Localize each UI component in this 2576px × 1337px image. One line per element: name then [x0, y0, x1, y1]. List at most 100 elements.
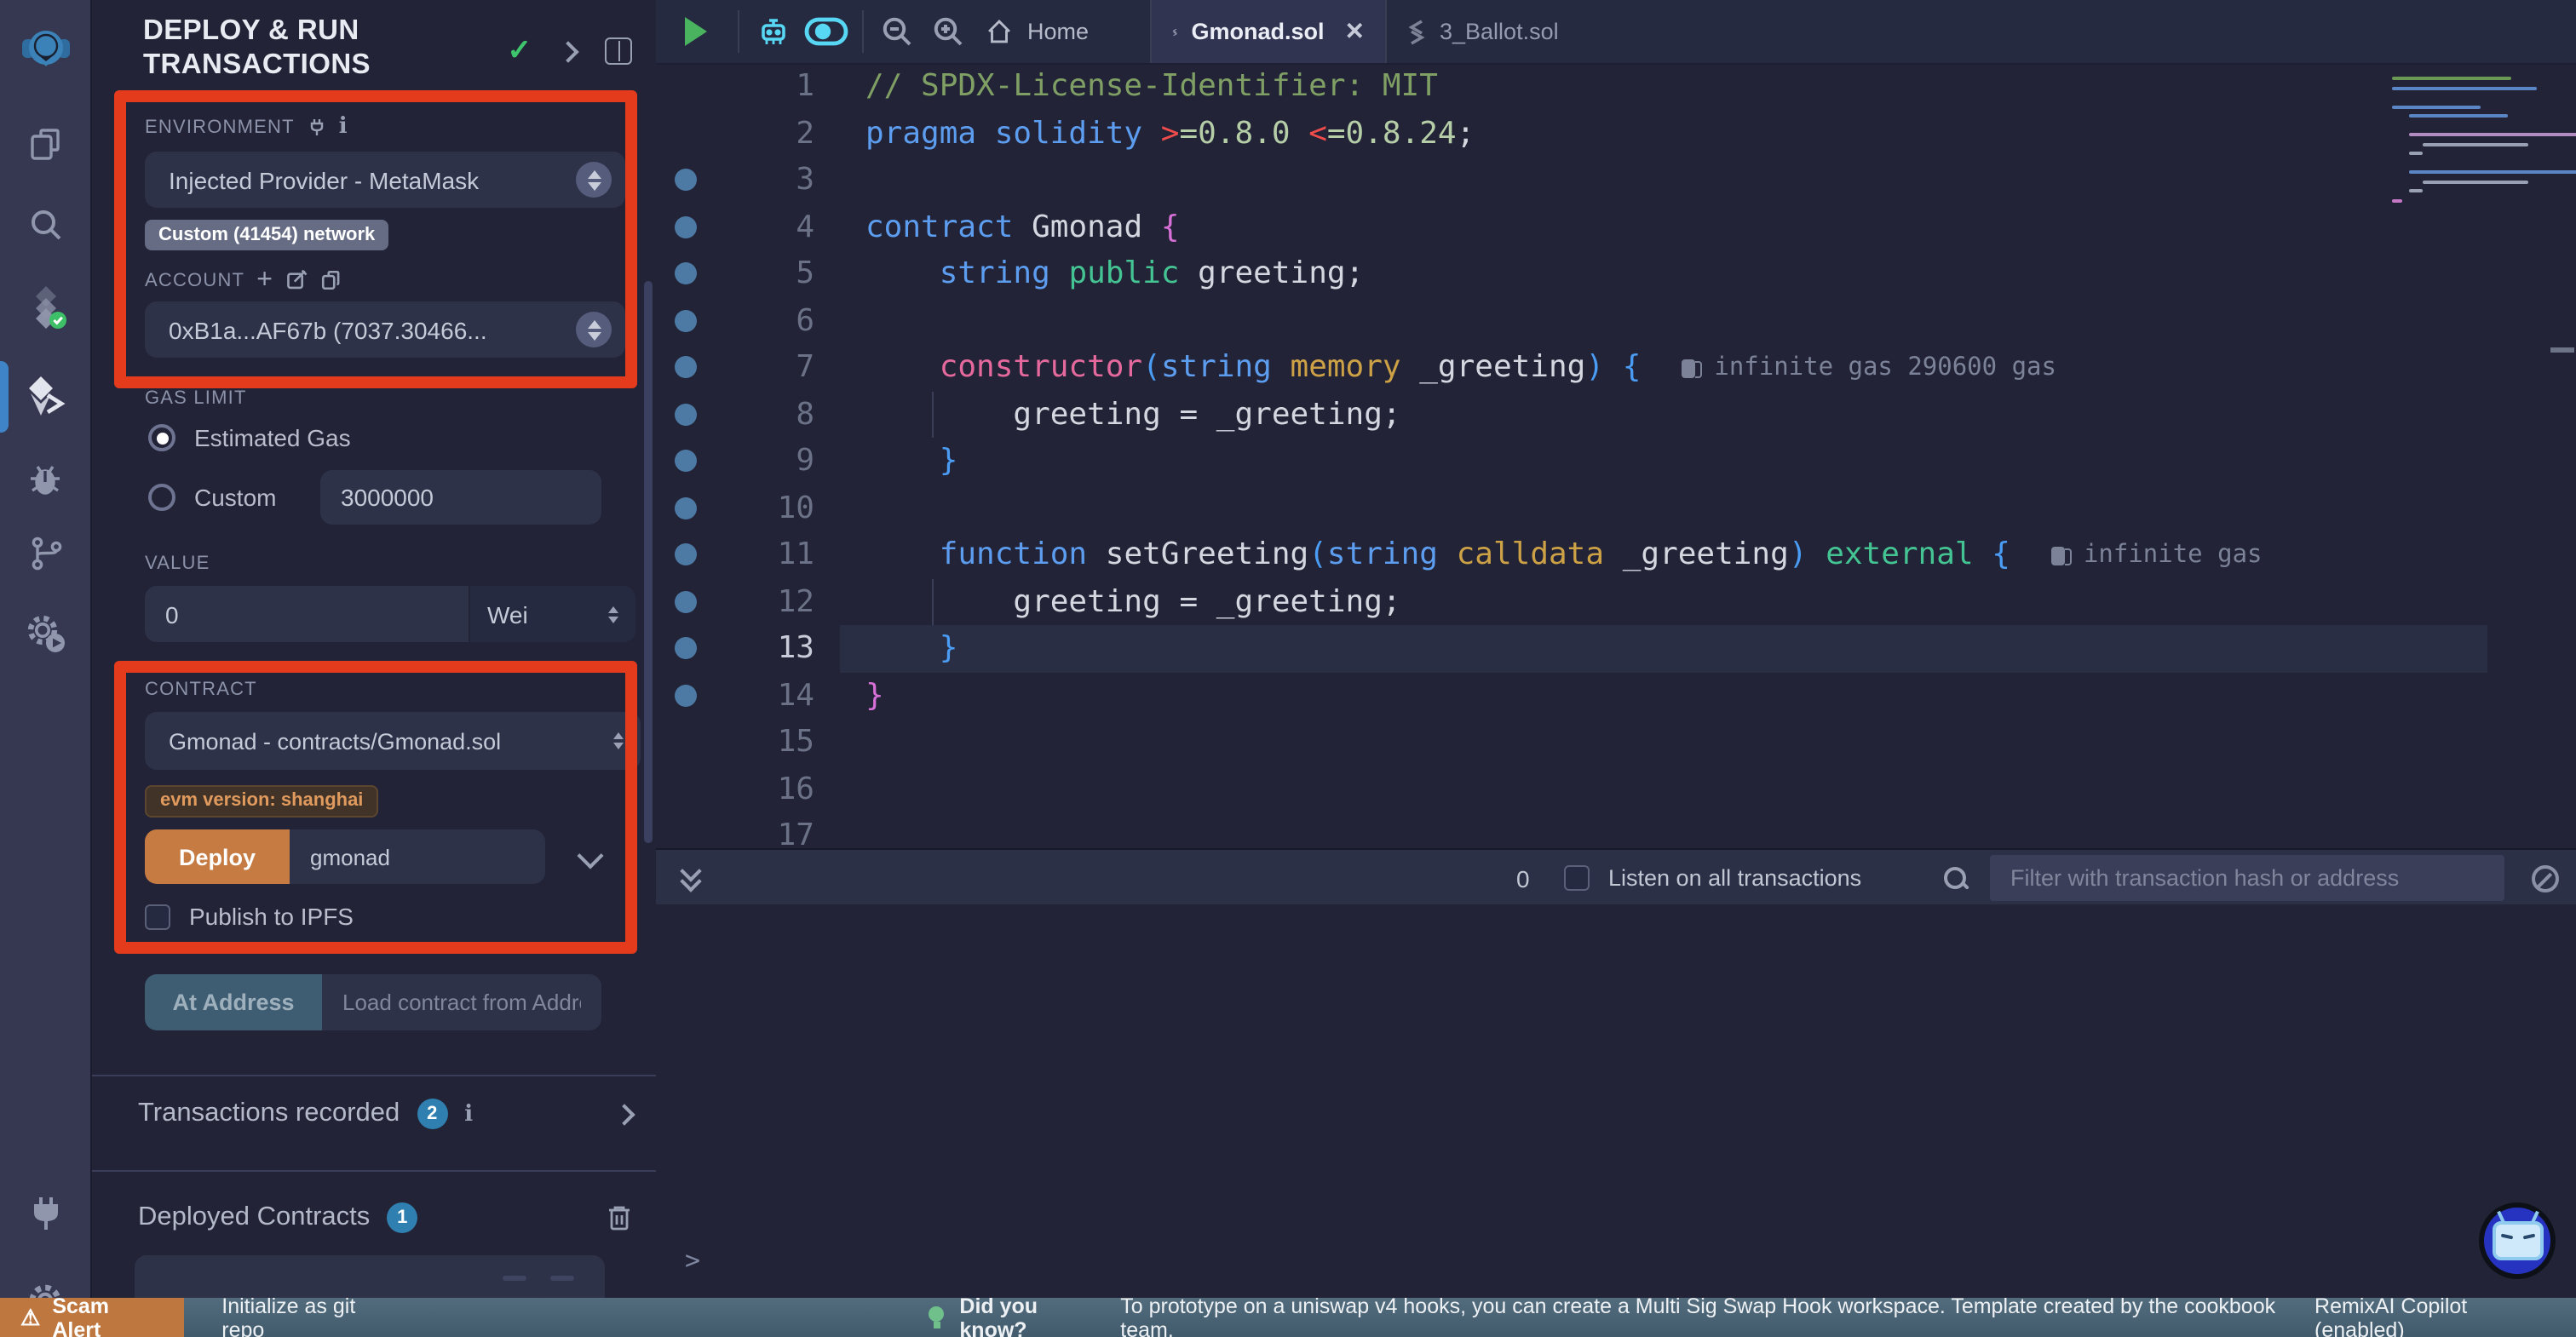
code-line-15[interactable]: 15: [656, 719, 2576, 766]
line-number[interactable]: 11: [716, 537, 814, 573]
code-line-11[interactable]: 11 function setGreeting(string calldata …: [656, 531, 2576, 578]
code-line-17[interactable]: 17: [656, 812, 2576, 848]
publish-ipfs-checkbox[interactable]: Publish to IPFS: [145, 903, 354, 930]
line-number[interactable]: 7: [716, 350, 814, 386]
line-number[interactable]: 10: [716, 491, 814, 526]
minimap[interactable]: [2392, 77, 2545, 208]
custom-gas-input[interactable]: [320, 470, 601, 525]
plugin-manager-icon[interactable]: [0, 1180, 90, 1248]
copilot-status[interactable]: RemixAI Copilot (enabled): [2314, 1294, 2559, 1337]
zoom-in-icon[interactable]: [932, 15, 964, 48]
code-text[interactable]: // SPDX-License-Identifier: MIT: [814, 69, 1438, 105]
line-number[interactable]: 6: [716, 303, 814, 339]
deploy-expand-chevron-icon[interactable]: [577, 842, 603, 869]
environment-select[interactable]: Injected Provider - MetaMask: [145, 152, 625, 208]
account-select[interactable]: 0xB1a...AF67b (7037.30466...: [145, 301, 625, 358]
code-area[interactable]: 1// SPDX-License-Identifier: MIT2pragma …: [656, 63, 2576, 848]
code-text[interactable]: }: [814, 678, 884, 714]
tab-gmonad-sol[interactable]: Gmonad.sol ✕: [1150, 0, 1387, 63]
init-git-repo-button[interactable]: Initialize as git repo: [221, 1294, 401, 1337]
gutter-cell[interactable]: [656, 544, 716, 566]
code-line-14[interactable]: 14}: [656, 672, 2576, 719]
value-unit-select[interactable]: Wei: [470, 586, 635, 642]
at-address-button[interactable]: At Address: [145, 974, 322, 1030]
value-input[interactable]: [145, 586, 469, 642]
tab-home[interactable]: Home: [985, 0, 1089, 63]
gutter-dot-icon[interactable]: [675, 357, 697, 379]
gutter-dot-icon[interactable]: [675, 216, 697, 238]
transactions-info-icon[interactable]: i: [464, 1101, 473, 1127]
chevron-right-icon[interactable]: [557, 40, 578, 61]
code-text[interactable]: function setGreeting(string calldata _gr…: [814, 537, 2263, 573]
edit-pencil-icon[interactable]: [285, 269, 308, 291]
contract-select[interactable]: Gmonad - contracts/Gmonad.sol: [145, 712, 641, 770]
solidity-compiler-icon[interactable]: [0, 273, 90, 341]
code-line-5[interactable]: 5 string public greeting;: [656, 250, 2576, 297]
code-line-2[interactable]: 2pragma solidity >=0.8.0 <=0.8.24;: [656, 110, 2576, 157]
gutter-dot-icon[interactable]: [675, 263, 697, 285]
code-text[interactable]: greeting = _greeting;: [814, 584, 1401, 620]
gutter-cell[interactable]: [656, 638, 716, 660]
close-tab-icon[interactable]: ✕: [1345, 17, 1365, 46]
line-number[interactable]: 15: [716, 725, 814, 760]
line-number[interactable]: 14: [716, 678, 814, 714]
gutter-cell[interactable]: [656, 591, 716, 613]
code-text[interactable]: pragma solidity >=0.8.0 <=0.8.24;: [814, 116, 1475, 152]
custom-gas-radio[interactable]: Custom: [148, 484, 276, 511]
run-script-button[interactable]: [680, 15, 710, 48]
trash-icon[interactable]: [607, 1204, 632, 1231]
line-number[interactable]: 1: [716, 69, 814, 105]
line-number[interactable]: 2: [716, 116, 814, 152]
line-number[interactable]: 8: [716, 397, 814, 433]
code-line-10[interactable]: 10: [656, 485, 2576, 531]
code-text[interactable]: string public greeting;: [814, 256, 1364, 292]
expand-terminal-icon[interactable]: [683, 868, 699, 888]
code-line-12[interactable]: 12 greeting = _greeting;: [656, 578, 2576, 625]
code-text[interactable]: }: [814, 444, 957, 479]
code-text[interactable]: contract Gmonad {: [814, 209, 1180, 245]
gutter-dot-icon[interactable]: [675, 638, 697, 660]
gutter-cell[interactable]: [656, 404, 716, 426]
deploy-button[interactable]: Deploy: [145, 829, 290, 884]
code-text[interactable]: }: [814, 631, 957, 667]
remix-logo-icon[interactable]: [0, 17, 90, 85]
line-number[interactable]: 5: [716, 256, 814, 292]
environment-info-icon[interactable]: i: [339, 114, 348, 140]
gutter-cell[interactable]: [656, 450, 716, 473]
gutter-dot-icon[interactable]: [675, 310, 697, 332]
gutter-dot-icon[interactable]: [675, 450, 697, 473]
terminal-body[interactable]: >: [656, 904, 2576, 1298]
copilot-toggle-icon[interactable]: [804, 17, 848, 46]
transactions-recorded-row[interactable]: Transactions recorded 2 i: [138, 1099, 632, 1129]
code-text[interactable]: constructor(string memory _greeting) {in…: [814, 350, 2056, 386]
line-number[interactable]: 3: [716, 163, 814, 198]
deploy-arg-input[interactable]: [290, 829, 545, 884]
gutter-dot-icon[interactable]: [675, 591, 697, 613]
remixai-robot-icon[interactable]: [755, 14, 792, 51]
listen-all-checkbox[interactable]: [1564, 865, 1590, 891]
code-line-16[interactable]: 16: [656, 766, 2576, 812]
code-line-1[interactable]: 1// SPDX-License-Identifier: MIT: [656, 63, 2576, 110]
gutter-cell[interactable]: [656, 685, 716, 707]
code-line-8[interactable]: 8 greeting = _greeting;: [656, 391, 2576, 438]
remixai-assistant-button[interactable]: [2479, 1202, 2556, 1279]
transaction-filter-input[interactable]: [1990, 855, 2504, 901]
gutter-cell[interactable]: [656, 310, 716, 332]
deploy-and-run-icon[interactable]: [0, 361, 90, 429]
code-line-7[interactable]: 7 constructor(string memory _greeting) {…: [656, 344, 2576, 391]
copy-address-icon[interactable]: [319, 269, 342, 291]
line-number[interactable]: 16: [716, 772, 814, 807]
at-address-input[interactable]: [322, 974, 601, 1030]
tab-3-ballot-sol[interactable]: 3_Ballot.sol: [1387, 0, 1588, 63]
gutter-cell[interactable]: [656, 216, 716, 238]
panel-scrollbar[interactable]: [644, 281, 653, 843]
code-line-3[interactable]: 3: [656, 157, 2576, 204]
line-number[interactable]: 17: [716, 818, 814, 849]
code-text[interactable]: greeting = _greeting;: [814, 397, 1401, 433]
gutter-dot-icon[interactable]: [675, 685, 697, 707]
debugger-icon[interactable]: [0, 445, 90, 513]
code-line-4[interactable]: 4contract Gmonad {: [656, 204, 2576, 250]
gutter-dot-icon[interactable]: [675, 497, 697, 519]
gutter-cell[interactable]: [656, 263, 716, 285]
line-number[interactable]: 9: [716, 444, 814, 479]
